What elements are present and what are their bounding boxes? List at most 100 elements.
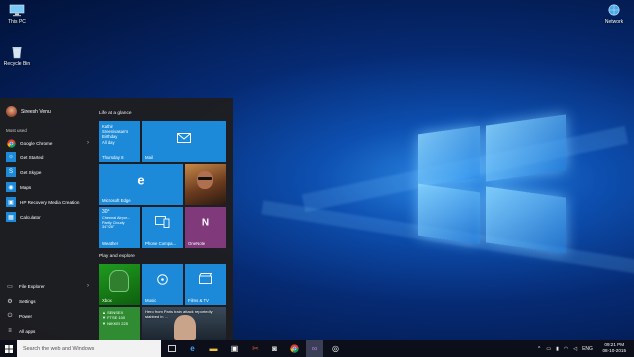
computer-icon <box>9 4 25 17</box>
weather-details: Chennai Airpor... Partly Cloudy 34°/26° <box>102 216 131 230</box>
app-item-label: Get Started <box>20 154 44 160</box>
file-explorer-icon[interactable]: ▬ <box>205 340 222 357</box>
show-hidden-icons-button[interactable]: ^ <box>538 346 540 352</box>
power-button[interactable]: ⏻ Power <box>6 310 91 322</box>
app-item-label: Calculator <box>20 214 41 220</box>
snipping-icon[interactable]: ✂ <box>247 340 264 357</box>
tile-label: Mail <box>145 155 153 160</box>
group-play-and-explore[interactable]: Play and explore <box>99 254 135 259</box>
phone-companion-icon <box>155 216 170 228</box>
all-apps-button[interactable]: ≡ All apps <box>6 325 91 337</box>
start-button[interactable] <box>0 340 17 357</box>
desktop-icon-label: Network <box>604 19 624 25</box>
chrome-icon[interactable] <box>286 340 303 357</box>
app-item-hp-recovery[interactable]: ▣ HP Recovery Media Creation <box>6 196 91 208</box>
user-name: Sireesh Venu <box>21 108 51 115</box>
calculator-icon: ▦ <box>6 212 16 222</box>
visual-studio-icon[interactable]: ∞ <box>306 340 323 357</box>
chevron-right-icon[interactable]: › <box>87 283 89 289</box>
lightbulb-icon: ☼ <box>6 152 16 162</box>
mail-icon <box>177 133 191 143</box>
desktop-icon-label: Recycle Bin <box>3 61 31 67</box>
battery-icon[interactable]: ▮ <box>556 346 559 352</box>
taskbar: Search the web and Windows e ▬ ▣ ✂ ◙ ∞ ◎… <box>0 340 634 357</box>
app-item-maps[interactable]: ◉ Maps <box>6 181 91 193</box>
app-item-label: HP Recovery Media Creation <box>20 199 80 205</box>
photo-face <box>197 171 213 189</box>
windows-icon <box>4 344 13 353</box>
desktop-icon-network[interactable]: Network <box>597 4 631 25</box>
settings-button[interactable]: ⚙ Settings <box>6 295 91 307</box>
gear-icon: ⚙ <box>7 298 13 305</box>
bottom-item-label: All apps <box>19 328 36 334</box>
action-center-icon[interactable]: ▭ <box>546 346 551 352</box>
calendar-event: Kathir Sreenivasan's Birthday All day <box>102 124 129 145</box>
bottom-item-label: Settings <box>19 298 36 304</box>
tile-label: Thursday 8 <box>102 155 124 160</box>
network-icon <box>608 4 620 16</box>
camera-icon[interactable]: ◙ <box>266 340 283 357</box>
tile-label: Xbox <box>102 298 112 303</box>
news-headline: Hero from Paris train attack reportedly … <box>145 309 213 319</box>
tile-calendar[interactable]: Kathir Sreenivasan's Birthday All day Th… <box>99 121 140 162</box>
all-apps-icon: ≡ <box>8 328 12 334</box>
edge-icon[interactable]: e <box>184 340 201 357</box>
market-indices: ▲ SENSEX ▼ FTSE 100 ▼ NIKKEI 225 <box>102 310 128 326</box>
app-item-get-started[interactable]: ☼ Get Started <box>6 151 91 163</box>
search-input[interactable]: Search the web and Windows <box>17 340 161 357</box>
volume-icon[interactable]: ◁ <box>573 346 577 352</box>
tile-music[interactable]: Music <box>142 264 183 305</box>
film-icon <box>199 273 212 284</box>
tile-onenote[interactable]: N OneNote <box>185 207 226 248</box>
recycle-bin-icon <box>12 47 22 59</box>
clock-date: 08-10-2015 <box>602 348 627 353</box>
chevron-right-icon[interactable]: › <box>87 140 89 146</box>
language-indicator[interactable]: ENG <box>582 346 593 352</box>
hp-icon: ▣ <box>6 197 16 207</box>
tile-weather[interactable]: 30° Chennai Airpor... Partly Cloudy 34°/… <box>99 207 140 248</box>
tile-news[interactable]: Hero from Paris train attack reportedly … <box>142 307 226 340</box>
app-item-label: Google Chrome <box>20 140 53 146</box>
chrome-icon <box>6 138 16 148</box>
app-item-get-skype[interactable]: S Get Skype <box>6 166 91 178</box>
group-life-at-a-glance[interactable]: Life at a glance <box>99 111 132 116</box>
desktop-icon-recycle-bin[interactable]: Recycle Bin <box>0 46 34 67</box>
store-icon[interactable]: ▣ <box>226 340 243 357</box>
tile-photos[interactable] <box>185 164 226 205</box>
onenote-icon: N <box>201 217 210 229</box>
folder-icon: ▭ <box>7 283 13 290</box>
start-menu: Sireesh Venu Most used Google Chrome › ☼… <box>0 98 233 340</box>
photo-glasses <box>198 177 212 180</box>
clock[interactable]: 09:21 PM 08-10-2015 <box>603 342 627 354</box>
desktop-icon-label: This PC <box>8 19 26 25</box>
power-icon: ⏻ <box>7 312 13 319</box>
user-account[interactable]: Sireesh Venu <box>6 106 51 117</box>
app-item-google-chrome[interactable]: Google Chrome › <box>6 137 91 149</box>
app-item-label: Maps <box>20 184 32 190</box>
skype-icon: S <box>6 167 16 177</box>
tile-xbox[interactable]: Xbox <box>99 264 140 305</box>
tile-label: OneNote <box>188 241 206 246</box>
app-item-calculator[interactable]: ▦ Calculator <box>6 211 91 223</box>
most-used-heading: Most used <box>6 128 27 133</box>
file-explorer-button[interactable]: ▭ File Explorer › <box>6 280 91 292</box>
bottom-item-label: File Explorer <box>19 283 45 289</box>
tile-microsoft-edge[interactable]: e Microsoft Edge <box>99 164 183 205</box>
app-item-label: Get Skype <box>20 169 42 175</box>
tile-label: Music <box>145 298 157 303</box>
tile-label: Weather <box>102 241 119 246</box>
task-view-icon[interactable] <box>163 340 180 357</box>
edge-icon: e <box>137 172 145 188</box>
tile-phone-companion[interactable]: Phone Compa... <box>142 207 183 248</box>
wifi-icon[interactable]: ◠ <box>564 346 568 352</box>
music-icon <box>157 274 168 285</box>
windows-wallpaper-logo <box>418 114 568 254</box>
media-icon[interactable]: ◎ <box>327 340 344 357</box>
tile-films-tv[interactable]: Films & TV <box>185 264 226 305</box>
tile-money[interactable]: ▲ SENSEX ▼ FTSE 100 ▼ NIKKEI 225 <box>99 307 140 340</box>
maps-icon: ◉ <box>6 182 16 192</box>
desktop-icon-this-pc[interactable]: This PC <box>0 4 34 25</box>
xbox-character <box>109 270 129 292</box>
avatar <box>6 106 17 117</box>
tile-mail[interactable]: Mail <box>142 121 226 162</box>
